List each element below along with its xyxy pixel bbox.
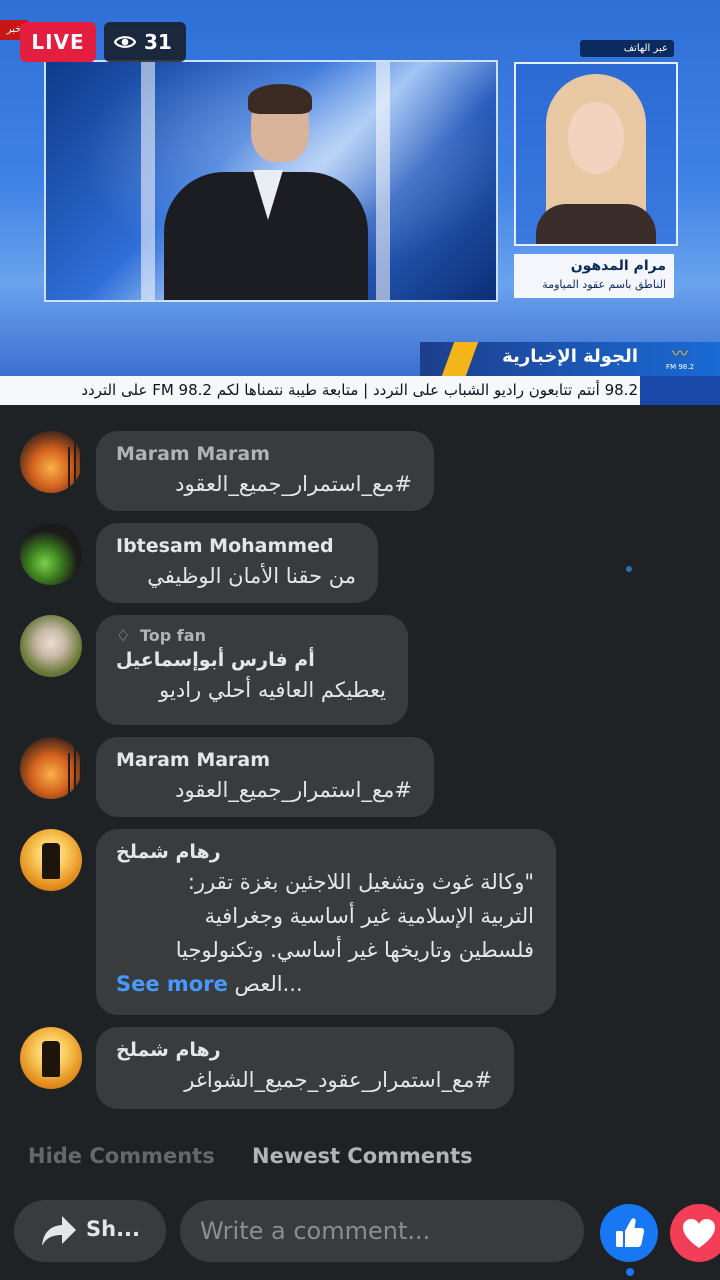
heart-icon bbox=[683, 1219, 715, 1248]
comment-text: #مع_استمرار_جميع_العقود bbox=[175, 778, 412, 802]
guest-caption: مرام المدهون الناطق باسم عقود المياومة bbox=[514, 254, 674, 298]
love-reaction-button[interactable] bbox=[670, 1204, 720, 1262]
guest-video-frame bbox=[514, 62, 678, 246]
comment-author[interactable]: Ibtesam Mohammed bbox=[116, 533, 356, 559]
hide-comments-button[interactable]: Hide Comments bbox=[28, 1144, 215, 1168]
comment-bubble[interactable]: رهام شملخ #مع_استمرار_عقود_جميع_الشواغر bbox=[96, 1027, 514, 1109]
comment-bubble[interactable]: Ibtesam Mohammed من حقنا الأمان الوظيفي bbox=[96, 523, 378, 603]
avatar[interactable] bbox=[20, 523, 82, 585]
top-fan-badge: ♢ Top fan bbox=[116, 626, 206, 645]
avatar[interactable] bbox=[20, 615, 82, 677]
comment-bubble[interactable]: Maram Maram #مع_استمرار_جميع_العقود bbox=[96, 431, 434, 511]
live-badge: LIVE bbox=[20, 22, 96, 62]
avatar[interactable] bbox=[20, 737, 82, 799]
studio-frame bbox=[44, 60, 498, 302]
newest-comments-toggle[interactable]: Newest Comments bbox=[252, 1144, 473, 1168]
eye-icon bbox=[114, 36, 136, 48]
viewer-count: 31 bbox=[104, 22, 186, 62]
comment-bubble[interactable]: ♢ Top fan أم فارس أبوإسماعيل يعطيكم العاف… bbox=[96, 615, 408, 725]
avatar[interactable] bbox=[20, 431, 82, 493]
share-button[interactable]: Sh... bbox=[14, 1200, 166, 1262]
segment-title: الجولة الإخبارية bbox=[502, 346, 638, 367]
share-arrow-icon bbox=[42, 1216, 76, 1246]
comments-list[interactable]: Maram Maram #مع_استمرار_جميع_العقود Ibte… bbox=[0, 405, 720, 1165]
phone-label: عبر الهاتف bbox=[580, 40, 674, 57]
diamond-icon: ♢ bbox=[116, 626, 131, 645]
comment-text-line: "وكالة غوث وتشغيل اللاجئين بغزة تقرر: bbox=[187, 870, 534, 894]
share-label: Sh... bbox=[86, 1217, 141, 1241]
live-video-player[interactable]: خبر عبر الهاتف مرام المدهون الناطق باسم … bbox=[0, 0, 720, 405]
comment-last-line: See more العص... bbox=[116, 972, 303, 996]
comment-author[interactable]: رهام شملخ bbox=[116, 1037, 492, 1063]
comment-author[interactable]: Maram Maram bbox=[116, 441, 412, 467]
comment-text: #مع_استمرار_جميع_العقود bbox=[175, 472, 412, 496]
comment-text-line: التربية الإسلامية غير أساسية وجغرافية bbox=[204, 904, 534, 928]
comment-bubble[interactable]: Maram Maram #مع_استمرار_جميع_العقود bbox=[96, 737, 434, 817]
guest-name: مرام المدهون bbox=[570, 258, 666, 274]
news-ticker: 98.2 أنتم تتابعون راديو الشباب على الترد… bbox=[0, 376, 720, 405]
thumbs-up-icon bbox=[616, 1218, 645, 1247]
comment-text: يعطيكم العافيه أحلي راديو bbox=[159, 678, 386, 702]
sound-wave-icon: 〰 bbox=[671, 344, 688, 363]
guest-role: الناطق باسم عقود المياومة bbox=[542, 278, 666, 291]
like-reaction-button[interactable] bbox=[600, 1204, 658, 1262]
comment-text-line: فلسطين وتاريخها غير أساسي. وتكنولوجيا bbox=[175, 938, 534, 962]
avatar[interactable] bbox=[20, 1027, 82, 1089]
comment-input[interactable] bbox=[180, 1200, 584, 1262]
ticker-text: 98.2 أنتم تتابعون راديو الشباب على الترد… bbox=[81, 381, 638, 399]
comment-author[interactable]: Maram Maram bbox=[116, 747, 412, 773]
see-more-link[interactable]: See more bbox=[116, 972, 228, 996]
avatar[interactable] bbox=[20, 829, 82, 891]
comment-text: #مع_استمرار_عقود_جميع_الشواغر bbox=[184, 1068, 492, 1092]
active-reaction-indicator bbox=[626, 1268, 634, 1276]
radio-logo: 〰 FM 98.2 bbox=[650, 345, 710, 375]
viewer-count-value: 31 bbox=[144, 30, 172, 54]
comment-author[interactable]: أم فارس أبوإسماعيل bbox=[116, 647, 386, 673]
comment-text: من حقنا الأمان الوظيفي bbox=[147, 564, 356, 588]
decorative-dot bbox=[626, 566, 632, 572]
comment-author[interactable]: رهام شملخ bbox=[116, 839, 534, 865]
comment-bubble[interactable]: رهام شملخ "وكالة غوث وتشغيل اللاجئين بغز… bbox=[96, 829, 556, 1015]
